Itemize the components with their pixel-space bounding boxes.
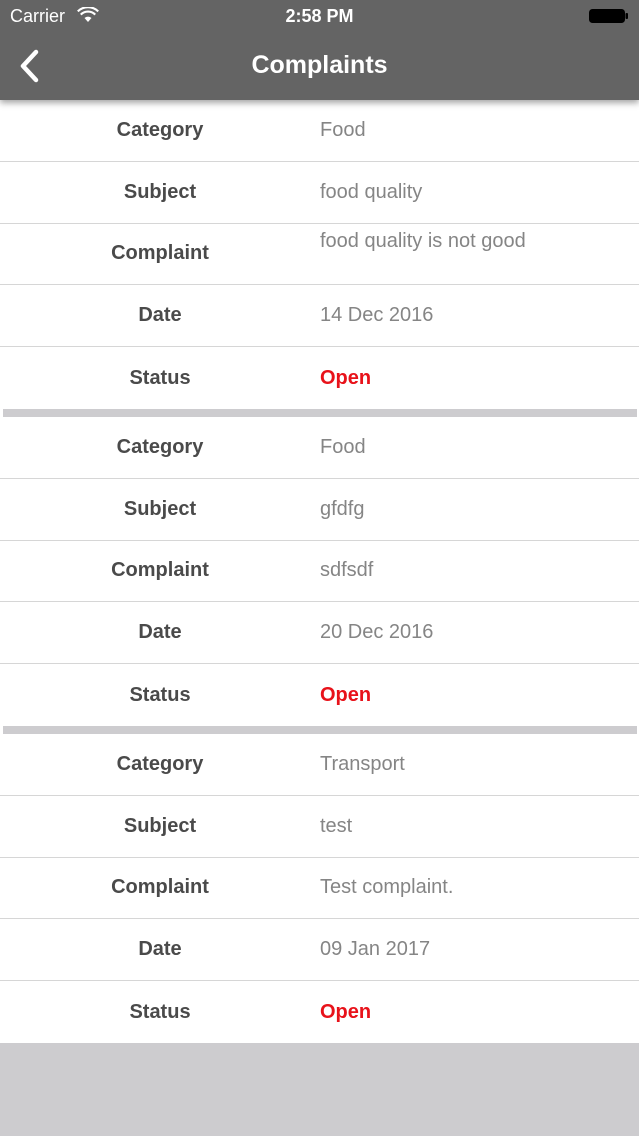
complaint-row: Complaint food quality is not good — [0, 224, 639, 286]
subject-value: food quality — [320, 180, 423, 203]
date-row: Date 20 Dec 2016 — [0, 602, 639, 665]
category-row: Category Food — [0, 100, 639, 162]
date-row: Date 14 Dec 2016 — [0, 285, 639, 348]
status-bar: Carrier 2:58 PM — [0, 0, 639, 34]
subject-value: test — [320, 814, 353, 837]
status-label: Status — [129, 366, 191, 389]
category-label: Category — [116, 118, 204, 141]
status-row: Status Open — [0, 981, 639, 1043]
date-label: Date — [138, 621, 182, 644]
status-value: Open — [320, 1000, 372, 1023]
complaint-card: Category Food Subject gfdfg Complaint sd… — [0, 416, 639, 726]
subject-row: Subject food quality — [0, 162, 639, 224]
complaint-row: Complaint sdfsdf — [0, 541, 639, 603]
battery-icon — [589, 9, 628, 23]
status-value: Open — [320, 366, 372, 389]
subject-row: Subject gfdfg — [0, 479, 639, 541]
date-label: Date — [138, 938, 182, 961]
subject-label: Subject — [123, 814, 197, 837]
complaint-label: Complaint — [111, 876, 209, 899]
complaints-list[interactable]: Category Food Subject food quality Compl… — [0, 100, 639, 1043]
nav-bar: Complaints — [0, 34, 639, 100]
category-value: Transport — [320, 752, 405, 775]
category-label: Category — [116, 435, 204, 458]
category-value: Food — [320, 435, 366, 458]
date-value: 09 Jan 2017 — [320, 938, 431, 961]
date-label: Date — [138, 304, 182, 327]
page-title: Complaints — [251, 51, 388, 79]
complaint-card: Category Food Subject food quality Compl… — [0, 100, 639, 409]
status-row: Status Open — [0, 664, 639, 726]
status-row: Status Open — [0, 347, 639, 409]
header: Carrier 2:58 PM Complaints — [0, 0, 639, 100]
subject-row: Subject test — [0, 796, 639, 858]
subject-value: gfdfg — [320, 497, 365, 520]
status-label: Status — [129, 683, 191, 706]
complaint-value: food quality is not good — [320, 229, 526, 252]
complaint-label: Complaint — [111, 242, 209, 265]
date-value: 14 Dec 2016 — [320, 304, 434, 327]
card-divider — [0, 408, 639, 417]
status-value: Open — [320, 683, 372, 706]
complaint-value: Test complaint. — [320, 876, 454, 899]
category-value: Food — [320, 118, 366, 141]
complaint-row: Complaint Test complaint. — [0, 858, 639, 920]
category-row: Category Food — [0, 417, 639, 479]
date-row: Date 09 Jan 2017 — [0, 919, 639, 982]
subject-label: Subject — [123, 180, 197, 203]
status-time: 2:58 PM — [285, 6, 354, 26]
category-label: Category — [116, 752, 204, 775]
card-divider — [0, 725, 639, 734]
complaint-label: Complaint — [111, 559, 209, 582]
complaint-card: Category Transport Subject test Complain… — [0, 733, 639, 1043]
status-label: Status — [129, 1000, 191, 1023]
screen: Carrier 2:58 PM Complaints Category Food… — [0, 0, 639, 1136]
category-row: Category Transport — [0, 734, 639, 796]
date-value: 20 Dec 2016 — [320, 621, 434, 644]
complaint-value: sdfsdf — [320, 559, 374, 582]
subject-label: Subject — [123, 497, 197, 520]
